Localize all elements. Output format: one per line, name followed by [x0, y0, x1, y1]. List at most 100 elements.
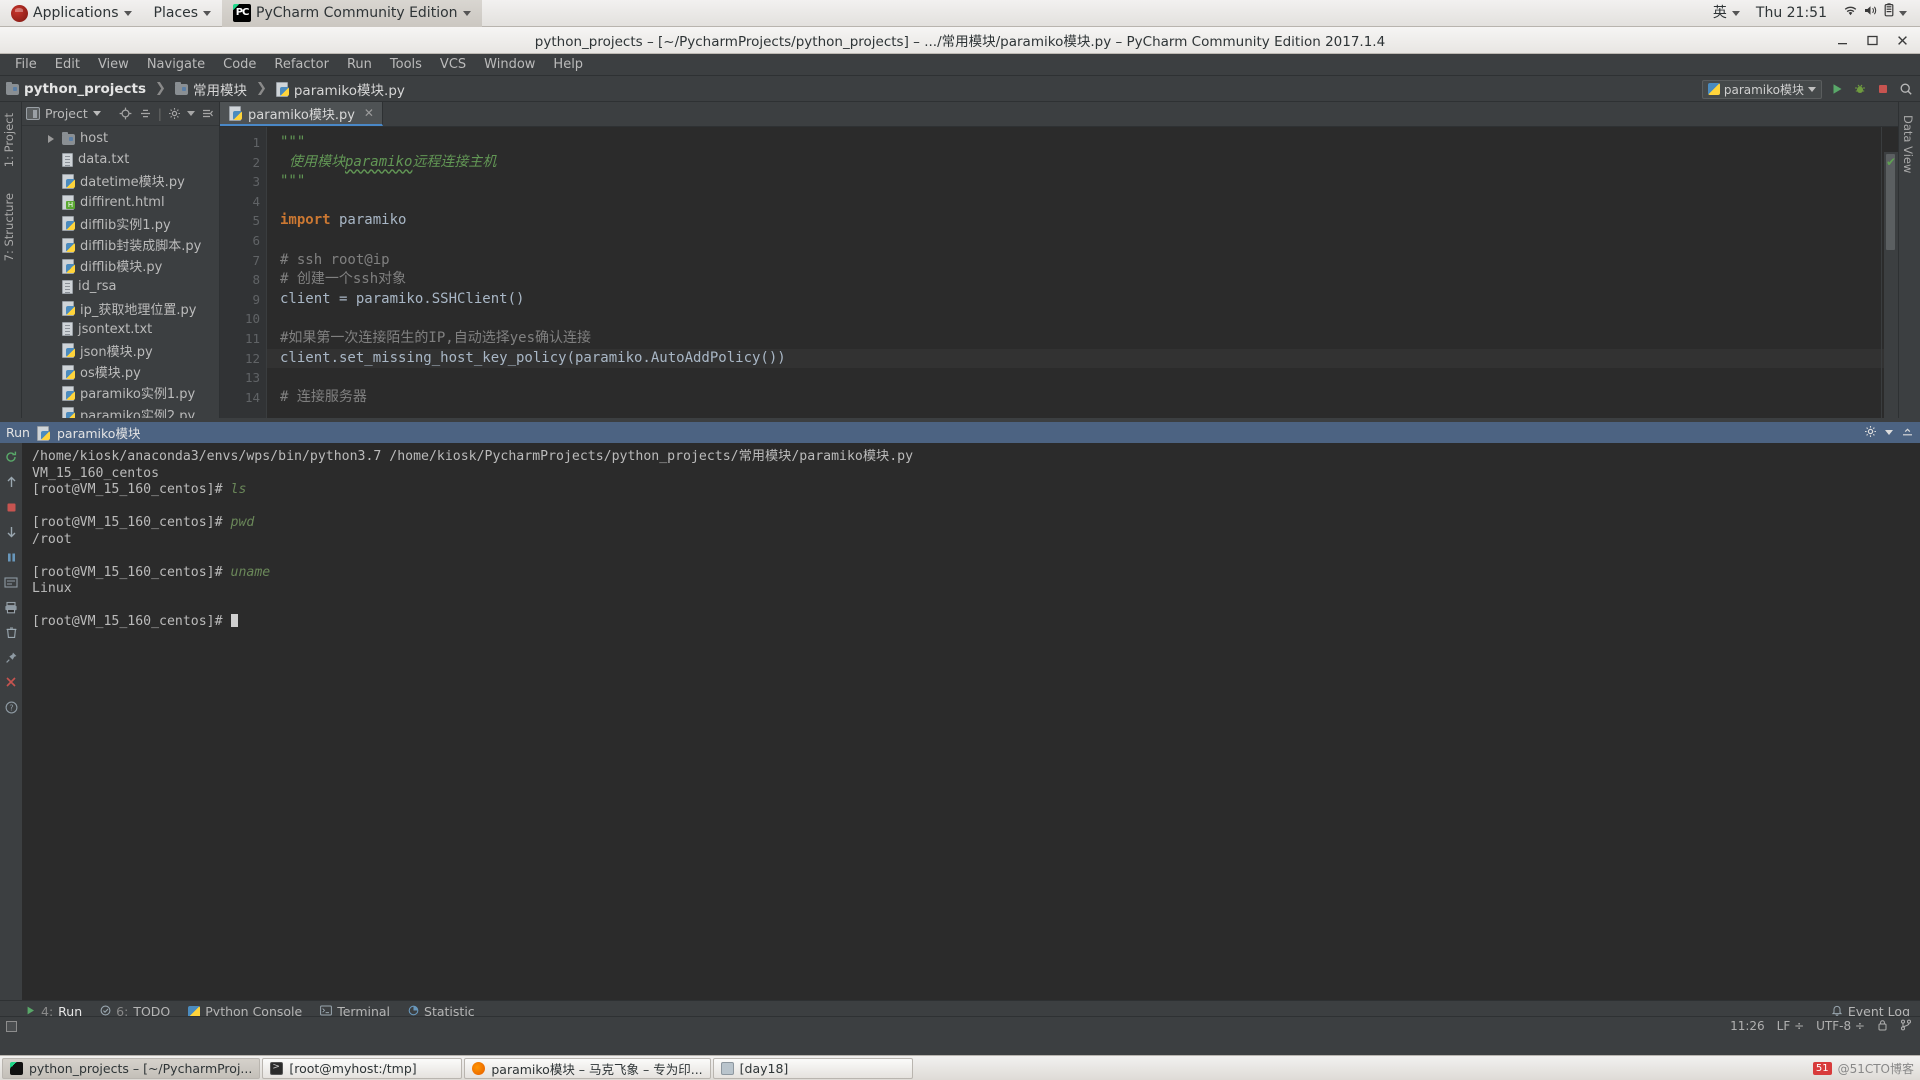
- app-menu-pycharm[interactable]: PC PyCharm Community Edition: [222, 0, 482, 27]
- breadcrumb-item-file[interactable]: paramiko模块.py: [294, 79, 405, 99]
- tree-item[interactable]: jsontext.txt: [22, 319, 219, 340]
- menu-file[interactable]: File: [6, 54, 46, 76]
- tree-item[interactable]: id_rsa: [22, 276, 219, 297]
- input-method-indicator[interactable]: 英: [1706, 0, 1747, 27]
- chevron-down-icon[interactable]: [92, 111, 101, 116]
- sidebar-tab-structure[interactable]: 7: Structure: [0, 188, 19, 266]
- line-number: 8−: [220, 270, 275, 290]
- gear-icon[interactable]: [1864, 425, 1877, 441]
- menu-code[interactable]: Code: [214, 54, 265, 76]
- pin-icon[interactable]: [3, 649, 19, 665]
- taskbar-item-browser[interactable]: paramiko模块 – 马克飞象 – 专为印...: [464, 1057, 711, 1079]
- breadcrumb-item-folder[interactable]: 常用模块: [193, 79, 247, 99]
- tree-item[interactable]: difflib模块.py: [22, 255, 219, 276]
- tree-item-label: datetime模块.py: [80, 175, 185, 191]
- run-console-output[interactable]: /home/kiosk/anaconda3/envs/wps/bin/pytho…: [22, 443, 1920, 1000]
- chevron-down-icon[interactable]: [1885, 430, 1893, 435]
- tree-item[interactable]: data.txt: [22, 149, 219, 170]
- close-icon[interactable]: [3, 674, 19, 690]
- tree-item[interactable]: datetime模块.py: [22, 170, 219, 191]
- menu-run[interactable]: Run: [338, 54, 381, 76]
- scroll-up-icon[interactable]: [3, 474, 19, 490]
- close-button[interactable]: [1888, 30, 1916, 52]
- run-icon[interactable]: [1829, 81, 1845, 97]
- debug-icon[interactable]: [1852, 81, 1868, 97]
- maximize-button[interactable]: [1858, 30, 1886, 52]
- run-window-title: Run: [6, 425, 30, 440]
- print-icon[interactable]: [3, 599, 19, 615]
- editor-scrollbar[interactable]: [1884, 152, 1898, 418]
- chevron-down-icon[interactable]: [187, 111, 195, 116]
- tree-item[interactable]: os模块.py: [22, 361, 219, 382]
- stop-icon[interactable]: [1875, 81, 1891, 97]
- menu-refactor[interactable]: Refactor: [265, 54, 338, 76]
- tree-item[interactable]: ip_获取地理位置.py: [22, 298, 219, 319]
- tree-item[interactable]: diffirent.html: [22, 192, 219, 213]
- status-line-separator[interactable]: LF ÷: [1777, 1019, 1804, 1033]
- gnome-panel-right: 英 Thu 21:51: [1706, 0, 1914, 27]
- menu-tools[interactable]: Tools: [381, 54, 431, 76]
- pause-icon[interactable]: [3, 549, 19, 565]
- menu-edit[interactable]: Edit: [46, 54, 89, 76]
- clock[interactable]: Thu 21:51: [1749, 0, 1834, 27]
- gear-icon[interactable]: [167, 106, 182, 121]
- fedora-logo-icon: [11, 4, 28, 22]
- python-file-icon: [62, 173, 75, 189]
- stop-icon[interactable]: [3, 499, 19, 515]
- branch-icon[interactable]: [1900, 1019, 1912, 1034]
- rerun-icon[interactable]: [3, 449, 19, 465]
- breadcrumb-item-project[interactable]: python_projects: [24, 81, 146, 97]
- menu-vcs[interactable]: VCS: [431, 54, 475, 76]
- console-command: ls: [230, 482, 247, 497]
- code-text[interactable]: """ 使用模块paramiko远程连接主机 """ import paramiko…: [266, 127, 1898, 418]
- tree-item[interactable]: paramiko实例1.py: [22, 382, 219, 403]
- line-number: 13: [244, 370, 260, 386]
- tree-item[interactable]: paramiko实例2.py: [22, 403, 219, 418]
- taskbar-item-day18-label: [day18]: [739, 1060, 789, 1076]
- project-tree[interactable]: host data.txt datetime模块.py diffirent.html d…: [22, 126, 219, 418]
- system-status-area[interactable]: [1836, 0, 1914, 27]
- places-menu[interactable]: Places: [143, 0, 223, 27]
- menu-window[interactable]: Window: [475, 54, 544, 76]
- tree-item[interactable]: json模块.py: [22, 340, 219, 361]
- code-line: # 创建一个ssh对象: [266, 270, 1898, 290]
- status-encoding[interactable]: UTF-8 ÷: [1816, 1019, 1865, 1033]
- minimize-button[interactable]: [1828, 30, 1856, 52]
- scroll-down-icon[interactable]: [3, 524, 19, 540]
- status-box-icon[interactable]: [6, 1020, 17, 1032]
- tree-item[interactable]: difflib实例1.py: [22, 213, 219, 234]
- hide-icon[interactable]: [1901, 425, 1914, 441]
- applications-menu[interactable]: Applications: [0, 0, 143, 27]
- sidebar-tab-project[interactable]: 1: Project: [0, 108, 19, 172]
- tree-item[interactable]: host: [22, 128, 219, 149]
- taskbar-item-pycharm[interactable]: python_projects – [~/PycharmProj...: [2, 1057, 261, 1079]
- hide-icon[interactable]: [200, 106, 215, 121]
- expand-arrow-icon[interactable]: [48, 134, 54, 143]
- editor-tab-paramiko[interactable]: paramiko模块.py ✕: [220, 102, 383, 126]
- menu-view[interactable]: View: [89, 54, 138, 76]
- menu-help[interactable]: Help: [544, 54, 592, 76]
- battery-icon: [1884, 0, 1894, 27]
- tree-item-label: diffirent.html: [80, 194, 165, 210]
- close-icon[interactable]: ✕: [364, 106, 374, 120]
- code-line: # ssh root@ip: [266, 251, 1898, 271]
- search-icon[interactable]: [1898, 81, 1914, 97]
- soft-wrap-icon[interactable]: [3, 574, 19, 590]
- lock-icon[interactable]: [1877, 1019, 1888, 1034]
- run-configuration-selector[interactable]: paramiko模块: [1701, 79, 1822, 99]
- target-icon[interactable]: [118, 106, 133, 121]
- chevron-down-icon: [123, 10, 132, 16]
- sidebar-tab-data-view[interactable]: Data View: [1898, 110, 1918, 178]
- tree-item[interactable]: difflib封装成脚本.py: [22, 234, 219, 255]
- taskbar-item-terminal[interactable]: [root@myhost:/tmp]: [262, 1057, 463, 1079]
- console-line: Linux: [32, 581, 1920, 598]
- collapse-all-icon[interactable]: [138, 106, 153, 121]
- tree-item-label: difflib模块.py: [80, 260, 163, 276]
- taskbar-item-day18[interactable]: [day18]: [712, 1057, 913, 1079]
- menu-navigate[interactable]: Navigate: [138, 54, 214, 76]
- console-prompt: [root@VM_15_160_centos]#: [32, 564, 231, 580]
- trash-icon[interactable]: [3, 624, 19, 640]
- help-icon[interactable]: ?: [3, 699, 19, 715]
